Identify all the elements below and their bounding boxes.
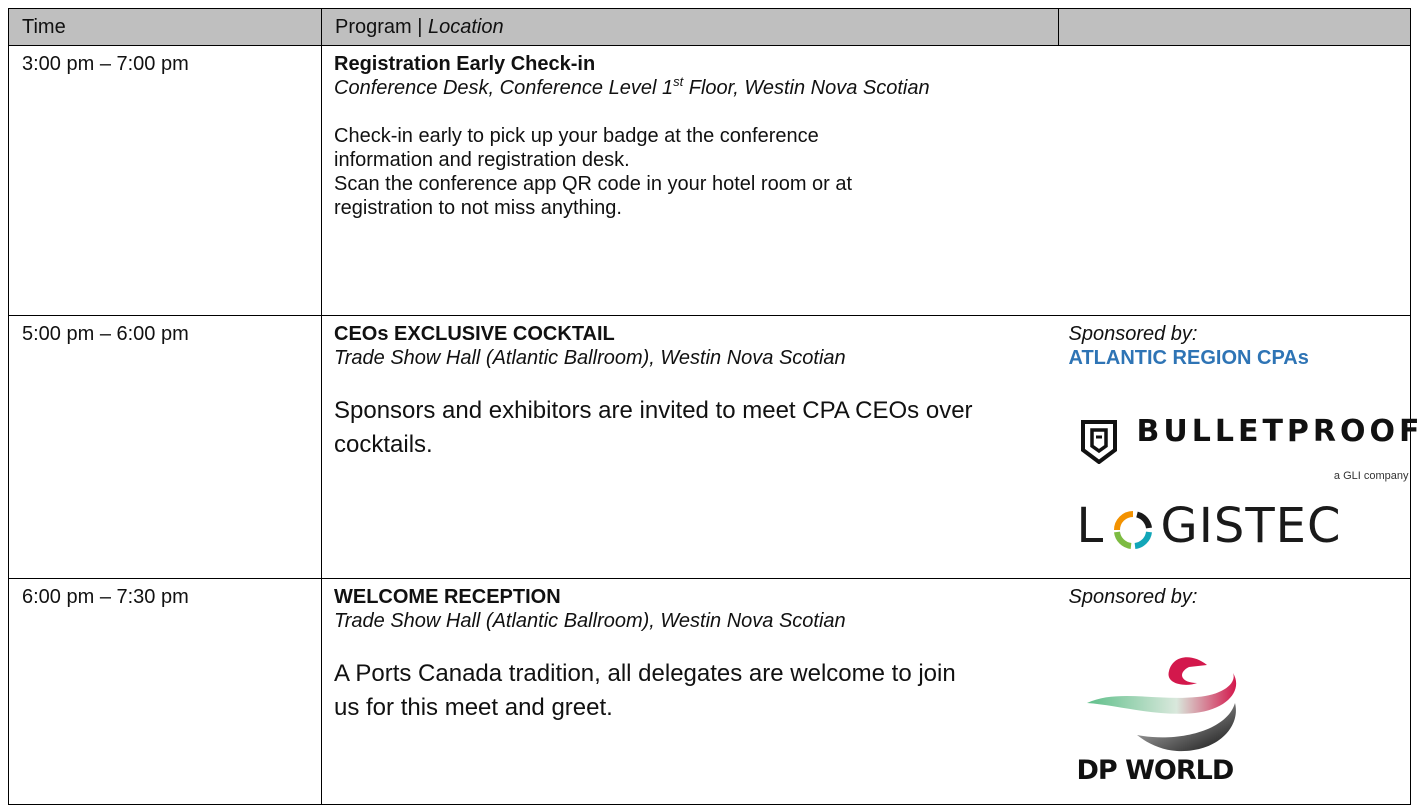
header-program: Program | Location xyxy=(322,9,1059,46)
session-sponsor xyxy=(1059,46,1411,316)
dp-world-swoosh-icon xyxy=(1077,643,1257,758)
header-sponsor-blank xyxy=(1059,9,1411,46)
sponsor-label: Sponsored by: xyxy=(1069,585,1403,609)
session-description: Check-in early to pick up your badge at … xyxy=(334,124,1049,220)
session-title: Registration Early Check-in xyxy=(334,52,1049,76)
logistec-letter-l: L xyxy=(1077,498,1105,554)
session-time: 3:00 pm – 7:00 pm xyxy=(9,46,322,316)
header-row: Time Program | Location xyxy=(9,9,1411,46)
logistec-wordmark: GISTEC xyxy=(1161,498,1342,554)
schedule-table: Time Program | Location 3:00 pm – 7:00 p… xyxy=(8,8,1411,805)
dp-world-logo: DP WORLD xyxy=(1077,643,1257,793)
session-time: 6:00 pm – 7:30 pm xyxy=(9,579,322,805)
session-description: Sponsors and exhibitors are invited to m… xyxy=(334,394,1049,462)
session-location: Trade Show Hall (Atlantic Ballroom), Wes… xyxy=(334,609,1049,633)
logistec-ring-icon xyxy=(1111,510,1155,550)
bulletproof-tagline: a GLI company xyxy=(1334,464,1409,488)
session-location: Conference Desk, Conference Level 1st Fl… xyxy=(334,76,1049,100)
session-program: WELCOME RECEPTION Trade Show Hall (Atlan… xyxy=(322,579,1059,805)
session-sponsor: Sponsored by: ATLANTIC REGION CPAs BULLE… xyxy=(1059,316,1411,579)
logistec-logo: L GISTEC xyxy=(1069,496,1389,556)
sponsor-label: Sponsored by: xyxy=(1069,322,1403,346)
bulletproof-wordmark: BULLETPROOF xyxy=(1137,420,1419,444)
session-location: Trade Show Hall (Atlantic Ballroom), Wes… xyxy=(334,346,1049,370)
dp-world-wordmark: DP WORLD xyxy=(1077,759,1234,783)
session-time: 5:00 pm – 6:00 pm xyxy=(9,316,322,579)
session-description: A Ports Canada tradition, all delegates … xyxy=(334,657,1049,725)
table-row: 3:00 pm – 7:00 pm Registration Early Che… xyxy=(9,46,1411,316)
bulletproof-logo: BULLETPROOF a GLI company xyxy=(1069,416,1409,486)
header-time: Time xyxy=(9,9,322,46)
bulletproof-shield-icon xyxy=(1079,420,1119,464)
session-title: WELCOME RECEPTION xyxy=(334,585,1049,609)
session-program: Registration Early Check-in Conference D… xyxy=(322,46,1059,316)
table-row: 5:00 pm – 6:00 pm CEOs EXCLUSIVE COCKTAI… xyxy=(9,316,1411,579)
table-row: 6:00 pm – 7:30 pm WELCOME RECEPTION Trad… xyxy=(9,579,1411,805)
session-sponsor: Sponsored by: xyxy=(1059,579,1411,805)
session-title: CEOs EXCLUSIVE COCKTAIL xyxy=(334,322,1049,346)
header-location: Location xyxy=(428,16,504,38)
session-program: CEOs EXCLUSIVE COCKTAIL Trade Show Hall … xyxy=(322,316,1059,579)
sponsor-name: ATLANTIC REGION CPAs xyxy=(1069,346,1403,370)
